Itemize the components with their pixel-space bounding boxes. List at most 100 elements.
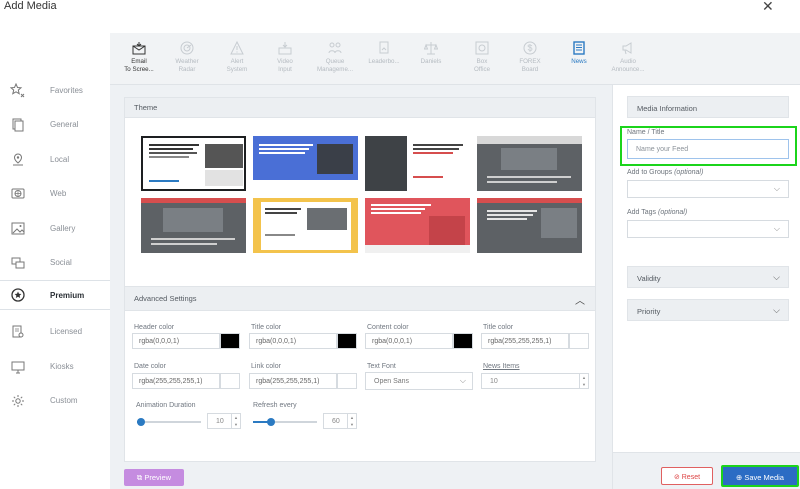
refresh-every-label: Refresh every bbox=[253, 402, 297, 409]
media-information-header: Media Information bbox=[627, 96, 789, 118]
validity-section[interactable]: Validity ⌵ bbox=[627, 266, 789, 288]
advanced-settings-panel: Advanced Settings ︿ Header color rgba(0,… bbox=[124, 286, 596, 462]
animation-duration-slider[interactable] bbox=[137, 417, 201, 427]
priority-section[interactable]: Priority ⌵ bbox=[627, 299, 789, 321]
chevron-down-icon: ⌵ bbox=[773, 305, 780, 315]
sidebar-item-label: Gallery bbox=[50, 224, 76, 233]
priority-title: Priority bbox=[637, 307, 661, 316]
refresh-every-value: 60 bbox=[332, 418, 340, 425]
type-daniels[interactable]: Daniels bbox=[407, 39, 455, 81]
news-icon bbox=[573, 41, 585, 55]
header-color-input[interactable]: rgba(0,0,0,1) bbox=[132, 333, 220, 349]
title-color-input[interactable]: rgba(0,0,0,1) bbox=[249, 333, 337, 349]
type-video-input[interactable]: Video Input bbox=[261, 39, 309, 81]
type-forex-board[interactable]: FOREX Board bbox=[506, 39, 554, 81]
sidebar-item-label: Local bbox=[50, 155, 70, 164]
slider-knob[interactable] bbox=[137, 418, 145, 426]
sidebar-item-favorites[interactable]: Favorites bbox=[0, 78, 110, 106]
refresh-every-slider[interactable] bbox=[253, 417, 317, 427]
sidebar-item-label: Premium bbox=[50, 291, 85, 300]
date-color-swatch[interactable] bbox=[220, 373, 240, 389]
theme-thumbnail[interactable] bbox=[477, 136, 582, 191]
sidebar-item-label: Custom bbox=[50, 396, 78, 405]
type-news[interactable]: News bbox=[555, 39, 603, 81]
box-office-icon bbox=[475, 41, 489, 55]
reset-button[interactable]: ⊘ Reset bbox=[661, 467, 713, 485]
content-color-input[interactable]: rgba(0,0,0,1) bbox=[365, 333, 453, 349]
title-color-swatch[interactable] bbox=[337, 333, 357, 349]
badge-icon bbox=[379, 41, 389, 54]
type-label: Audio bbox=[620, 58, 636, 65]
sidebar-item-general[interactable]: General bbox=[0, 112, 110, 140]
sidebar-item-social[interactable]: Social bbox=[0, 250, 110, 278]
queue-icon bbox=[328, 42, 342, 54]
theme-thumbnail[interactable] bbox=[477, 198, 582, 253]
text-font-label: Text Font bbox=[367, 363, 396, 370]
chevron-down-icon: ⌵ bbox=[773, 184, 780, 193]
sidebar-item-local[interactable]: Local bbox=[0, 147, 110, 175]
type-weather-radar[interactable]: Weather Radar bbox=[163, 39, 211, 81]
text-font-select[interactable]: Open Sans ⌵ bbox=[365, 372, 473, 390]
reset-icon: ⊘ bbox=[673, 474, 682, 481]
sidebar-item-label: Social bbox=[50, 258, 72, 267]
dialog-footer: ⊘ Reset ⊕ Save Media bbox=[612, 452, 800, 489]
chevron-up-icon[interactable]: ︿ bbox=[575, 292, 585, 307]
type-leaderboard[interactable]: Leaderbo... bbox=[360, 39, 408, 81]
type-audio-announcement[interactable]: Audio Announce... bbox=[604, 39, 652, 81]
slider-knob[interactable] bbox=[267, 418, 275, 426]
header-color-swatch[interactable] bbox=[220, 333, 240, 349]
add-to-groups-label: Add to Groups (optional) bbox=[627, 169, 704, 176]
theme-thumbnail[interactable] bbox=[141, 198, 246, 253]
close-icon[interactable]: ✕ bbox=[762, 0, 774, 13]
sidebar-item-kiosks[interactable]: Kiosks bbox=[0, 354, 110, 382]
add-tags-label: Add Tags (optional) bbox=[627, 209, 688, 216]
link-color-input[interactable]: rgba(255,255,255,1) bbox=[249, 373, 337, 389]
stepper-arrows-icon[interactable]: ▲ ▼ bbox=[231, 414, 240, 428]
theme-thumbnail[interactable] bbox=[141, 136, 246, 191]
type-alert-system[interactable]: Alert System bbox=[213, 39, 261, 81]
type-label: Alert bbox=[230, 58, 244, 65]
sidebar-item-web[interactable]: Web bbox=[0, 181, 110, 209]
refresh-every-stepper[interactable]: 60 ▲ ▼ bbox=[323, 413, 357, 429]
star-icon bbox=[10, 83, 25, 98]
title-color-2-swatch[interactable] bbox=[569, 333, 589, 349]
stepper-arrows-icon[interactable]: ▲ ▼ bbox=[347, 414, 356, 428]
name-title-input[interactable]: Name your Feed bbox=[627, 139, 789, 159]
theme-thumbnail[interactable] bbox=[365, 198, 470, 253]
add-tags-select[interactable]: ⌵ bbox=[627, 220, 789, 238]
stepper-arrows-icon[interactable]: ▲ ▼ bbox=[579, 374, 588, 388]
sidebar-item-label: General bbox=[50, 120, 79, 129]
type-queue-management[interactable]: Queue Manageme... bbox=[311, 39, 359, 81]
type-label: Announce... bbox=[611, 65, 645, 73]
type-box-office[interactable]: Box Office bbox=[458, 39, 506, 81]
title-color-label: Title color bbox=[251, 324, 282, 331]
name-title-label: Name / Title bbox=[627, 129, 665, 136]
date-color-input[interactable]: rgba(255,255,255,1) bbox=[132, 373, 220, 389]
location-icon bbox=[13, 153, 23, 166]
theme-thumbnail[interactable] bbox=[253, 136, 358, 191]
preview-button[interactable]: ⧉ Preview bbox=[124, 469, 184, 486]
add-to-groups-select[interactable]: ⌵ bbox=[627, 180, 789, 198]
link-color-swatch[interactable] bbox=[337, 373, 357, 389]
animation-duration-stepper[interactable]: 10 ▲ ▼ bbox=[207, 413, 241, 429]
sidebar-item-licensed[interactable]: Licensed bbox=[0, 319, 110, 347]
sidebar-item-label: Kiosks bbox=[50, 362, 74, 371]
type-email-to-screen[interactable]: Email To Scree... bbox=[115, 39, 163, 81]
theme-thumbnail[interactable] bbox=[365, 136, 470, 191]
title-color-2-input[interactable]: rgba(255,255,255,1) bbox=[481, 333, 569, 349]
sidebar-item-gallery[interactable]: Gallery bbox=[0, 216, 110, 244]
license-icon bbox=[12, 325, 24, 338]
save-media-button[interactable]: ⊕ Save Media bbox=[721, 465, 799, 487]
content-color-swatch[interactable] bbox=[453, 333, 473, 349]
sidebar-item-label: Favorites bbox=[50, 86, 83, 95]
theme-thumbnail[interactable] bbox=[253, 198, 358, 253]
type-label: Queue bbox=[325, 58, 345, 65]
sidebar-item-custom[interactable]: Custom bbox=[0, 388, 110, 416]
news-items-stepper[interactable]: 10 ▲ ▼ bbox=[481, 373, 589, 389]
type-label: Leaderbo... bbox=[368, 58, 400, 65]
title-color-2-label: Title color bbox=[483, 324, 514, 331]
chevron-down-icon: ⌵ bbox=[459, 376, 466, 385]
link-color-label: Link color bbox=[251, 363, 281, 370]
advanced-settings-header[interactable]: Advanced Settings ︿ bbox=[125, 287, 595, 311]
sidebar-item-premium[interactable]: Premium bbox=[0, 280, 110, 310]
